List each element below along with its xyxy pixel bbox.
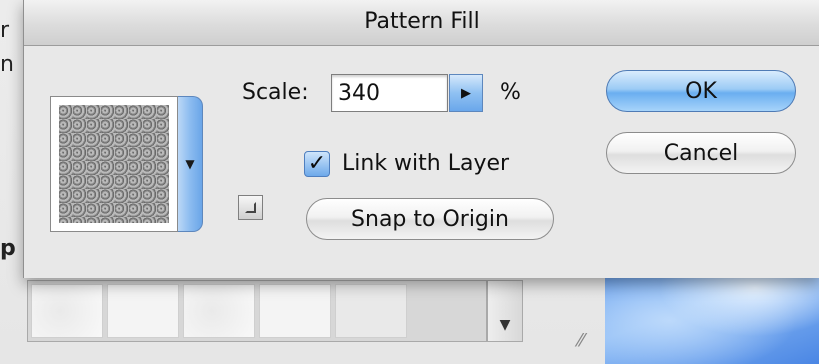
pattern-swatch[interactable] bbox=[31, 284, 103, 338]
pattern-swatch-strip bbox=[27, 280, 487, 342]
scale-unit: % bbox=[500, 80, 521, 105]
chevron-down-icon: ▼ bbox=[185, 157, 195, 171]
resize-grip-icon[interactable]: ⁄⁄ bbox=[568, 328, 594, 354]
scale-slider-button[interactable]: ▶ bbox=[449, 74, 483, 112]
pattern-picker[interactable]: ▼ bbox=[50, 96, 203, 232]
pattern-texture-thumbnail bbox=[59, 105, 169, 223]
new-preset-icon[interactable] bbox=[238, 195, 263, 220]
pattern-dropdown-button[interactable]: ▼ bbox=[178, 96, 203, 232]
dialog-title: Pattern Fill bbox=[364, 9, 480, 34]
pattern-swatch[interactable] bbox=[335, 284, 407, 338]
chevron-down-icon: ▼ bbox=[499, 317, 511, 333]
pattern-swatch[interactable] bbox=[183, 284, 255, 338]
scale-input[interactable] bbox=[331, 74, 448, 112]
snap-to-origin-button[interactable]: Snap to Origin bbox=[306, 198, 554, 240]
pattern-swatch[interactable] bbox=[259, 284, 331, 338]
triangle-right-icon: ▶ bbox=[461, 85, 471, 101]
background-text-fragment: p bbox=[0, 236, 16, 261]
cancel-button[interactable]: Cancel bbox=[606, 132, 796, 174]
title-bar: Pattern Fill bbox=[24, 0, 819, 46]
checkmark-icon: ✓ bbox=[307, 151, 327, 176]
pattern-swatch[interactable] bbox=[107, 284, 179, 338]
pattern-preview[interactable] bbox=[50, 96, 178, 232]
pattern-fill-dialog: Pattern Fill ▼ Scale: ▶ % ✓ Link with La… bbox=[23, 0, 819, 278]
background-text-fragment: r bbox=[0, 18, 10, 43]
ok-button[interactable]: OK bbox=[606, 70, 796, 112]
link-with-layer-checkbox[interactable]: ✓ bbox=[304, 151, 330, 177]
strip-scroll-button[interactable]: ▼ bbox=[487, 280, 523, 342]
scale-label: Scale: bbox=[242, 80, 309, 105]
link-with-layer-label[interactable]: Link with Layer bbox=[342, 151, 509, 176]
background-text-fragment: n bbox=[0, 52, 14, 77]
